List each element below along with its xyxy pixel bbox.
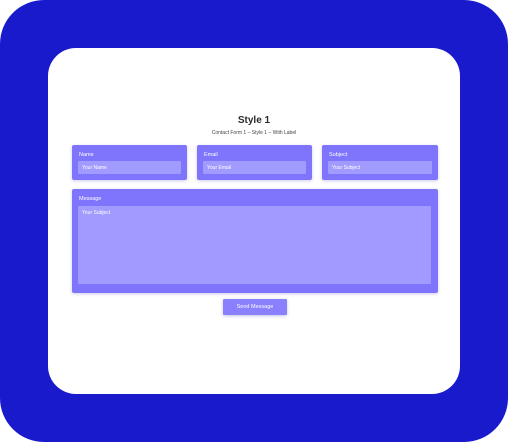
- message-field-group: Message Your Subject: [72, 189, 438, 293]
- page-subtitle: Contact Form 1 – Style 1 – With Label: [211, 130, 297, 136]
- email-input[interactable]: Your Email: [203, 161, 306, 174]
- name-field-group: Name Your Name: [72, 145, 187, 180]
- message-textarea[interactable]: Your Subject: [78, 206, 431, 284]
- subject-label: Subject: [329, 152, 348, 158]
- name-input[interactable]: Your Name: [78, 161, 181, 174]
- subject-input[interactable]: Your Subject: [328, 161, 432, 174]
- email-field-group: Email Your Email: [197, 145, 312, 180]
- page-title: Style 1: [237, 115, 271, 126]
- subject-field-group: Subject Your Subject: [322, 145, 438, 180]
- email-label: Email: [204, 152, 218, 158]
- send-message-button[interactable]: Send Message: [223, 299, 287, 315]
- name-label: Name: [79, 152, 94, 158]
- message-label: Message: [79, 196, 102, 202]
